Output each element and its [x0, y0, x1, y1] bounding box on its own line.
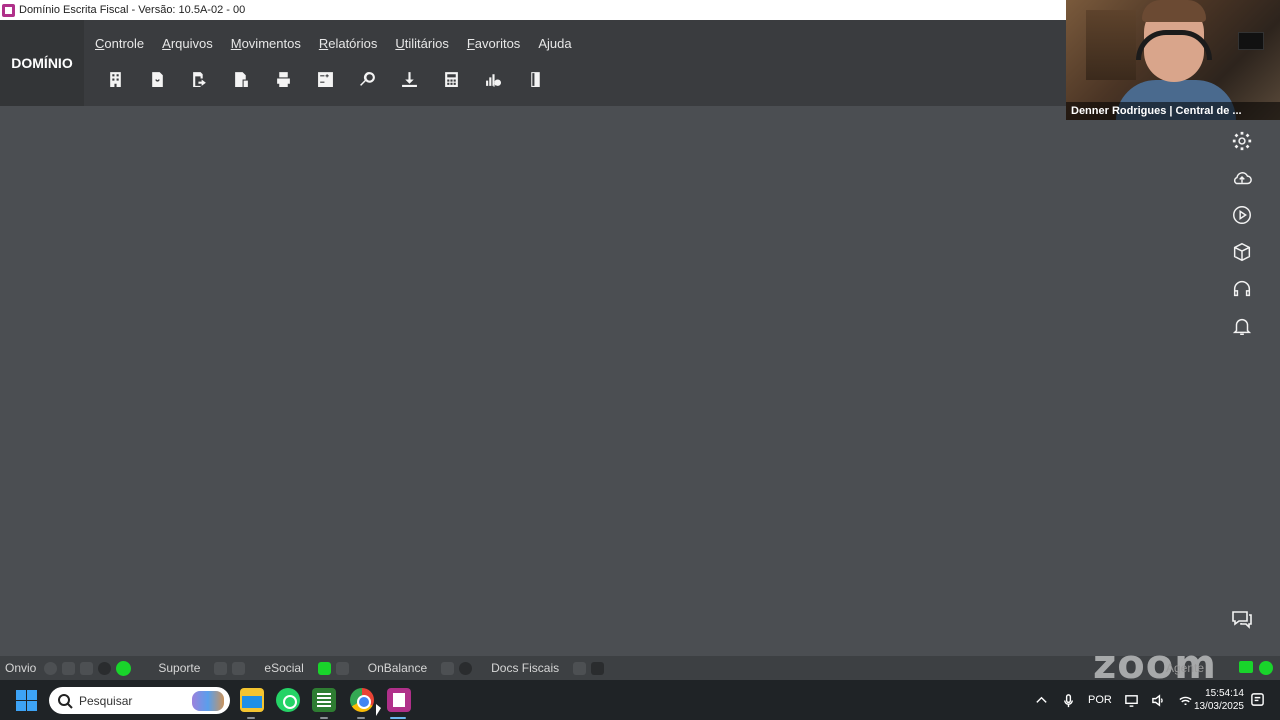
microphone-icon[interactable] — [1061, 693, 1076, 708]
onvio-indicator-1 — [44, 661, 58, 675]
file-explorer-running-indicator — [247, 717, 255, 719]
search-icon[interactable] — [350, 66, 384, 92]
menu-arquivos[interactable]: Arquivos — [162, 36, 213, 51]
menu-relatorios[interactable]: Relatórios — [319, 36, 378, 51]
esocial-indicator-2[interactable] — [335, 661, 349, 675]
onvio-group: Onvio — [5, 660, 136, 676]
cube-icon[interactable] — [1226, 239, 1258, 264]
speaker-icon[interactable] — [1151, 693, 1166, 708]
printer-icon[interactable] — [266, 66, 300, 92]
docs-fiscais-label: Docs Fiscais — [491, 661, 560, 675]
building-icon[interactable] — [98, 66, 132, 92]
onvio-indicator-3 — [80, 661, 94, 675]
language-indicator[interactable]: POR — [1088, 694, 1112, 706]
menu-bar: Controle Arquivos Movimentos Relatórios … — [95, 36, 572, 51]
menu-movimentos[interactable]: Movimentos — [231, 36, 301, 51]
search-icon — [58, 693, 73, 709]
cloud-upload-icon[interactable] — [1226, 165, 1258, 190]
chrome-icon[interactable] — [350, 688, 374, 712]
refresh-document-icon[interactable] — [140, 66, 174, 92]
menu-favoritos[interactable]: Favoritos — [467, 36, 520, 51]
bell-icon[interactable] — [1226, 313, 1258, 338]
chevron-up-icon[interactable] — [1034, 693, 1049, 708]
download-icon[interactable] — [392, 66, 426, 92]
search-highlight-icon — [192, 691, 224, 711]
suporte-indicator-1[interactable] — [214, 661, 228, 675]
chrome-running-indicator — [357, 717, 365, 719]
onbalance-indicator-2[interactable] — [459, 661, 473, 675]
menu-controle[interactable]: Controle — [95, 36, 144, 51]
clock-date: 13/03/2025 — [1193, 701, 1244, 712]
mouse-cursor — [376, 704, 381, 716]
onbalance-group: OnBalance — [368, 661, 477, 675]
calculator-icon[interactable] — [434, 66, 468, 92]
notification-icon[interactable] — [1250, 692, 1265, 712]
document-money-icon[interactable] — [224, 66, 258, 92]
onbalance-indicator-1[interactable] — [441, 661, 455, 675]
book-icon[interactable] — [518, 66, 552, 92]
dominio-app-icon[interactable] — [387, 688, 411, 712]
spreadsheet-running-indicator — [320, 717, 328, 719]
suporte-indicator-2[interactable] — [232, 661, 246, 675]
agente-status-dot[interactable] — [1259, 661, 1273, 675]
system-tray: POR — [1034, 680, 1193, 720]
onvio-indicator-4 — [98, 661, 112, 675]
onbalance-label: OnBalance — [367, 661, 428, 675]
background-tv — [1238, 32, 1264, 50]
status-bar: Onvio Suporte eSocial OnBalance Docs Fis… — [0, 656, 1280, 680]
docs-fiscais-group: Docs Fiscais — [491, 661, 609, 675]
taskbar-search-box[interactable]: Pesquisar — [49, 687, 230, 714]
gear-icon[interactable] — [1226, 128, 1258, 153]
webcam-caption: Denner Rodrigues | Central de ... — [1066, 102, 1280, 120]
webcam-video-overlay: Denner Rodrigues | Central de ... — [1066, 0, 1280, 120]
esocial-indicator-1[interactable] — [317, 661, 331, 675]
taskbar-clock[interactable]: 15:54:14 13/03/2025 — [1188, 687, 1244, 713]
onvio-status-dot[interactable] — [116, 660, 132, 676]
chart-search-icon[interactable] — [476, 66, 510, 92]
spreadsheet-app-icon[interactable] — [312, 688, 336, 712]
agente-indicator[interactable] — [1239, 661, 1253, 673]
app-icon — [2, 3, 15, 17]
suporte-label: Suporte — [158, 661, 201, 675]
windows-start-icon[interactable] — [16, 690, 37, 711]
suporte-group: Suporte — [158, 661, 250, 675]
document-export-icon[interactable] — [182, 66, 216, 92]
agente-label: Agente — [1166, 661, 1205, 675]
play-icon[interactable] — [1226, 202, 1258, 227]
menu-utilitarios[interactable]: Utilitários — [395, 36, 448, 51]
display-icon[interactable] — [1124, 693, 1139, 708]
esocial-group: eSocial — [264, 661, 353, 675]
calculation-sheet-icon[interactable] — [308, 66, 342, 92]
dominio-active-indicator — [390, 717, 406, 719]
docs-fiscais-indicator-1[interactable] — [573, 661, 587, 675]
person-hair — [1142, 0, 1206, 22]
file-explorer-icon[interactable] — [240, 688, 264, 712]
window-title: Domínio Escrita Fiscal - Versão: 10.5A-0… — [19, 4, 246, 16]
onvio-indicator-2 — [62, 661, 76, 675]
search-placeholder: Pesquisar — [79, 693, 133, 708]
toolbar — [98, 66, 552, 92]
esocial-label: eSocial — [264, 661, 304, 675]
windows-taskbar: Pesquisar POR 15:54:14 13/03/2025 — [0, 680, 1280, 720]
docs-fiscais-indicator-2[interactable] — [591, 661, 605, 675]
brand-logo: DOMÍNIO — [0, 20, 84, 106]
headset-icon[interactable] — [1226, 276, 1258, 301]
whatsapp-icon[interactable] — [276, 688, 300, 712]
background-shelf — [1086, 10, 1136, 80]
clock-time: 15:54:14 — [1205, 688, 1244, 699]
chat-icon[interactable] — [1226, 606, 1258, 632]
right-sidebar — [1226, 128, 1258, 338]
menu-ajuda[interactable]: Ajuda — [538, 36, 571, 51]
onvio-label: Onvio — [5, 661, 37, 675]
